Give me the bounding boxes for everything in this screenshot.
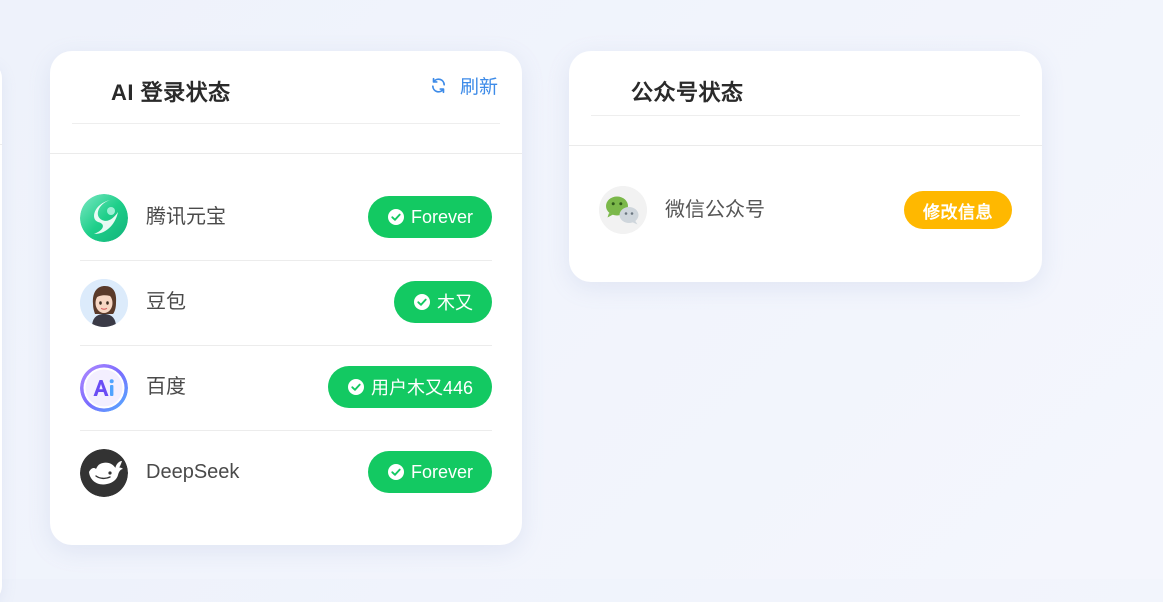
baidu-ai-logo-icon [80, 364, 128, 412]
check-circle-icon [347, 379, 364, 395]
mp-row-name: 微信公众号 [665, 199, 765, 221]
ai-row-doubao: 豆包 木又 [80, 260, 492, 345]
left-panel-edge [0, 62, 2, 602]
yuanbao-logo-icon [80, 194, 128, 242]
title-divider [591, 115, 1020, 116]
doubao-avatar-icon [80, 279, 128, 327]
ai-row-name: 豆包 [146, 291, 186, 313]
check-circle-icon [387, 209, 404, 225]
status-badge[interactable]: Forever [367, 196, 492, 238]
status-badge[interactable]: 用户木又446 [327, 366, 492, 408]
deepseek-whale-icon [80, 449, 128, 497]
check-circle-icon [414, 294, 430, 310]
ai-card-title: AI 登录状态 [111, 80, 231, 105]
refresh-label: 刷新 [459, 77, 498, 98]
refresh-button[interactable]: 刷新 [430, 72, 498, 99]
status-badge-text: 用户木又446 [370, 378, 473, 398]
wechat-icon [599, 186, 647, 234]
status-badge[interactable]: 木又 [394, 281, 492, 323]
refresh-icon [431, 77, 446, 94]
ai-row-name: 百度 [146, 376, 186, 398]
check-circle-icon [387, 464, 404, 480]
ai-row-yuanbao: 腾讯元宝 Forever [80, 175, 492, 260]
mp-row-wechat: 微信公众号 修改信息 [599, 168, 1012, 250]
status-badge-text: 木又 [437, 293, 473, 313]
header-divider [50, 153, 522, 154]
edit-info-button[interactable]: 修改信息 [904, 191, 1012, 229]
status-badge-text: Forever [410, 206, 473, 227]
status-badge[interactable]: Forever [367, 451, 492, 493]
title-divider [72, 123, 500, 124]
mp-card-title: 公众号状态 [631, 80, 744, 105]
ai-row-name: DeepSeek [146, 461, 240, 483]
status-badge-text: Forever [410, 461, 473, 482]
header-divider [569, 145, 1042, 146]
official-account-status-card: 公众号状态 微信公众号 修改信息 [569, 51, 1042, 282]
ai-login-status-card: AI 登录状态 刷新 腾讯元宝 Forever 豆包 木又 百度 用户木又446… [50, 51, 522, 545]
ai-row-name: 腾讯元宝 [146, 206, 226, 228]
ai-row-deepseek: DeepSeek Forever [80, 430, 492, 515]
ai-row-baidu: 百度 用户木又446 [80, 345, 492, 430]
